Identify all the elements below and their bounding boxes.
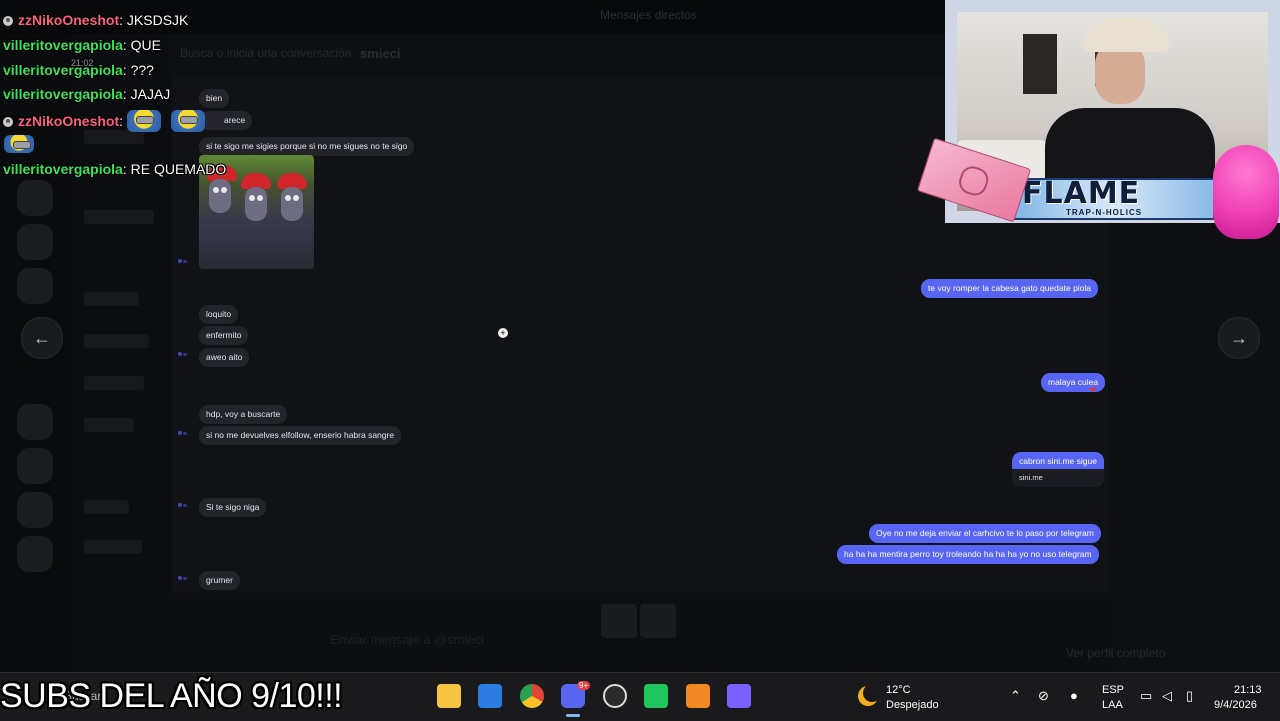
user-badge-icon — [3, 16, 13, 26]
dm-row[interactable] — [84, 376, 144, 390]
message-bubble-incoming: bien — [199, 89, 230, 108]
chat-message: : JAJAJ — [122, 86, 171, 102]
server-icon[interactable] — [17, 536, 53, 572]
clock-date[interactable]: 9/4/2026 — [1214, 699, 1257, 711]
obs-icon[interactable] — [603, 684, 627, 708]
clock-time[interactable]: 21:13 — [1234, 684, 1262, 696]
dm-row[interactable] — [84, 292, 139, 306]
volume-icon[interactable]: ◁ — [1162, 688, 1172, 704]
chrome-icon[interactable] — [520, 684, 544, 708]
twitch-chat-line: zzNikoOneshot: JKSDSJK — [3, 12, 188, 28]
chevron-up-icon[interactable]: ⌃ — [1010, 688, 1021, 704]
chat-username: villeritovergapiola — [3, 86, 123, 102]
cursor-icon: + — [498, 328, 508, 338]
server-icon[interactable] — [17, 404, 53, 440]
chat-username: villeritovergapiola — [3, 161, 123, 177]
moon-weather-icon — [858, 684, 881, 706]
next-arrow-button[interactable]: → — [1218, 317, 1260, 359]
read-receipt-icon — [178, 430, 188, 436]
message-bubble-incoming: aweo aito — [199, 348, 250, 367]
message-bubble-incoming: enfermito — [199, 326, 249, 345]
chat-username: villeritovergapiola — [3, 37, 123, 53]
chat-message: : RE QUEMADO — [122, 161, 227, 177]
dm-row[interactable] — [84, 130, 144, 144]
battery-icon[interactable]: ▯ — [1186, 688, 1193, 704]
message-bubble-outgoing: Oye no me deja enviar el carhcivo te lo … — [869, 524, 1101, 543]
message-bubble-outgoing: te voy romper la cabesa gato quedate pio… — [921, 279, 1099, 298]
topbar-title: Mensajes directos — [600, 8, 697, 22]
message-bubble-incoming: Si te sigo niga — [199, 498, 267, 517]
server-icon[interactable] — [17, 180, 53, 216]
read-receipt-icon — [178, 258, 188, 264]
message-bubble-outgoing: ha ha ha mentira perro toy troleando ha … — [837, 545, 1099, 564]
read-receipt-icon — [178, 351, 188, 357]
dm-row[interactable] — [84, 210, 154, 224]
app-icon[interactable] — [727, 684, 751, 708]
fl-studio-icon[interactable] — [686, 684, 710, 708]
keyboard-layout-indicator[interactable]: LAA — [1102, 699, 1123, 711]
weather-temperature[interactable]: 12°C — [886, 684, 911, 696]
previous-arrow-button[interactable]: ← — [21, 317, 63, 359]
language-indicator[interactable]: ESP — [1102, 684, 1124, 696]
server-icon[interactable] — [17, 224, 53, 260]
thumbnail[interactable] — [601, 604, 637, 638]
user-badge-icon — [3, 117, 13, 127]
chat-username: villeritovergapiola — [3, 62, 123, 78]
minion-emote-icon — [126, 110, 161, 132]
twitch-chat-line: villeritovergapiola: ??? — [3, 62, 154, 78]
twitch-chat-line: villeritovergapiola: QUE — [3, 37, 161, 53]
message-bubble-incoming: loquito — [199, 305, 239, 324]
dm-row[interactable] — [84, 418, 134, 432]
dm-search-button[interactable]: Busca o inicia una conversación — [180, 46, 351, 60]
chat-username: zzNikoOneshot — [18, 113, 120, 129]
dm-row[interactable] — [84, 500, 129, 514]
display-icon[interactable]: ▭ — [1140, 688, 1152, 704]
stream-caption-banner: SUBS DEL AÑO 9/10!!! — [0, 677, 343, 715]
twitch-chat-line: villeritovergapiola: JAJAJ — [3, 86, 170, 102]
flame-logo-subtitle: TRAP-N-HOLICS — [1066, 208, 1143, 217]
dm-row[interactable] — [84, 334, 149, 348]
network-off-icon[interactable]: ⊘ — [1038, 688, 1049, 704]
message-bubble-outgoing: cabron sini.me sigue — [1012, 452, 1104, 471]
dm-header-username: smieci — [360, 46, 401, 61]
minion-emote-icon — [170, 110, 205, 132]
twitch-chat-line: villeritovergapiola: RE QUEMADO — [3, 161, 226, 177]
weather-description[interactable]: Despejado — [886, 699, 939, 711]
buddha-sticker-icon — [1213, 145, 1279, 239]
twitch-chat-line: zzNikoOneshot: — [3, 110, 215, 132]
chat-message: : JKSDSJK — [119, 12, 189, 28]
server-icon[interactable] — [17, 448, 53, 484]
server-icon[interactable] — [17, 492, 53, 528]
link-embed[interactable]: sini.me — [1012, 469, 1104, 487]
message-input[interactable]: Enviar mensaje a @smieci — [330, 632, 484, 647]
message-bubble-incoming: si no me devuelves elfollow, enserio hab… — [199, 426, 402, 445]
message-bubble-incoming: si te sigo me sigies porque si no me sig… — [199, 137, 415, 156]
microsoft-store-icon[interactable] — [478, 684, 502, 708]
discord-notification-badge: 9+ — [577, 681, 591, 690]
chat-message: : — [119, 113, 124, 129]
chat-message: : ??? — [122, 62, 154, 78]
capcut-icon[interactable] — [644, 684, 668, 708]
message-bubble-incoming: grumer — [199, 571, 240, 590]
thumbnail[interactable] — [640, 604, 676, 638]
heart-reaction-icon[interactable]: ❤ — [1089, 385, 1097, 396]
chat-message: : QUE — [122, 37, 161, 53]
chat-username: zzNikoOneshot — [18, 12, 120, 28]
active-indicator — [566, 714, 580, 717]
message-bubble-incoming: hdp, voy a buscarte — [199, 405, 288, 424]
microphone-icon[interactable]: ● — [1070, 688, 1078, 703]
file-explorer-icon[interactable] — [437, 684, 461, 708]
dm-row[interactable] — [84, 540, 142, 554]
server-icon[interactable] — [17, 268, 53, 304]
minion-emote-icon — [4, 134, 44, 153]
read-receipt-icon — [178, 575, 188, 581]
read-receipt-icon — [178, 502, 188, 508]
flame-logo-text: FLAME — [1022, 176, 1141, 211]
view-profile-link[interactable]: Ver perfil completo — [1066, 646, 1165, 660]
